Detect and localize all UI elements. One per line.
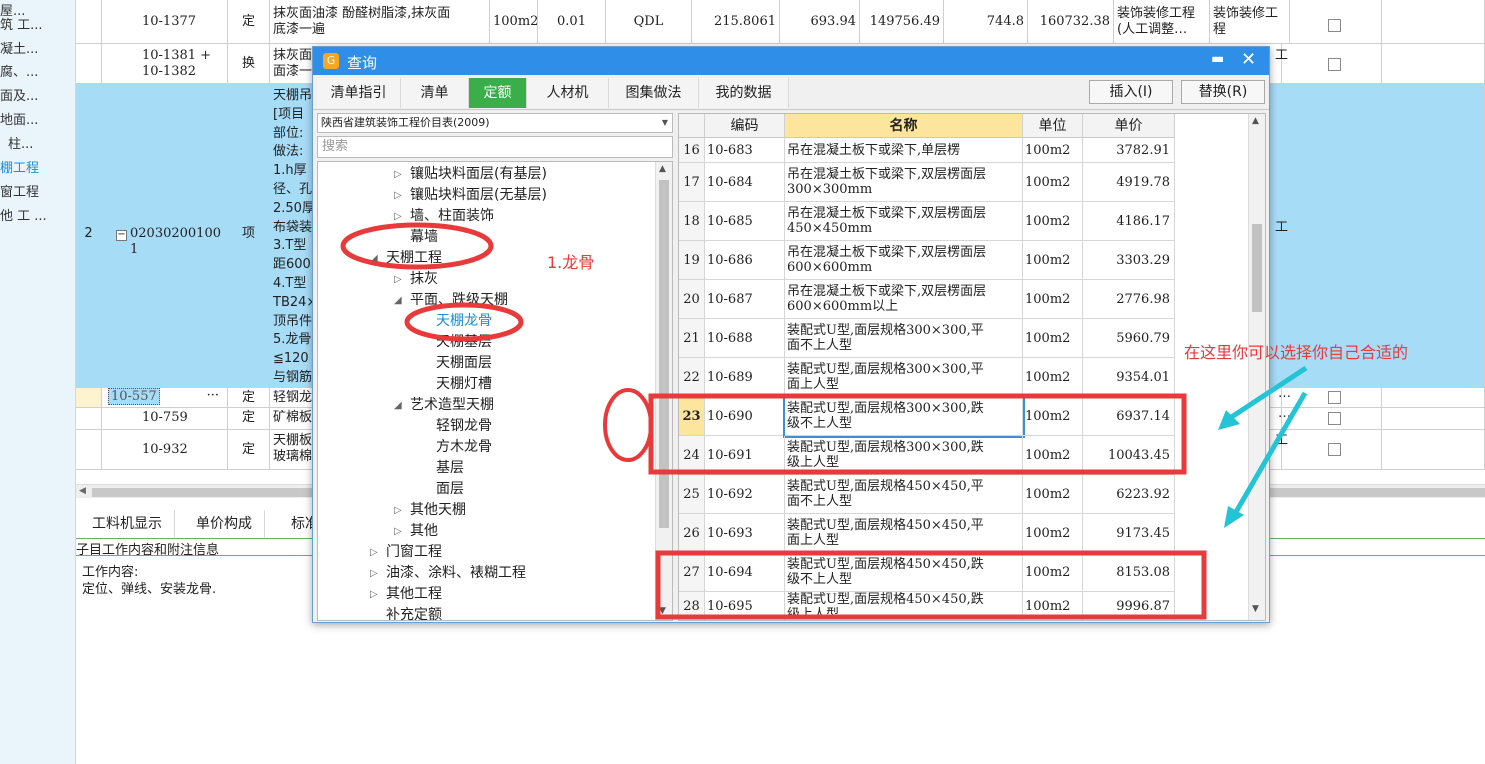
annotation-overlay xyxy=(340,222,1308,620)
annotation-ellipse-keel xyxy=(404,302,524,342)
annotation-label-keel: 1.龙骨 xyxy=(547,253,595,272)
annotation-arrows xyxy=(1218,365,1308,528)
annotation-ellipse-ceiling xyxy=(340,222,494,270)
annotation-ellipse-rownumber xyxy=(603,388,653,462)
arrow-line xyxy=(1233,391,1308,514)
annotation-box-rows-23-24 xyxy=(648,393,1187,475)
arrow-head xyxy=(1224,506,1244,528)
annotation-box-rows-27-28 xyxy=(655,550,1207,620)
annotation-hint-text: 在这里你可以选择你自己合适的 xyxy=(1184,343,1409,362)
